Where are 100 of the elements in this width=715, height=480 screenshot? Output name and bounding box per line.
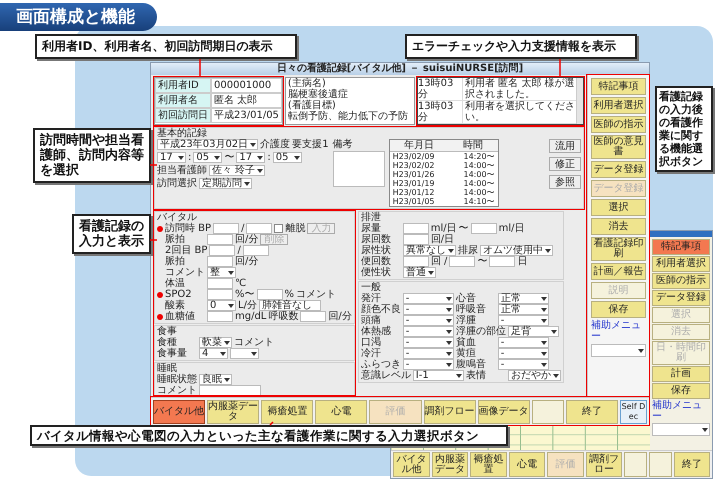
dropdown[interactable]: - — [498, 348, 549, 359]
side-button[interactable]: 計画／報告 — [591, 263, 646, 280]
input-field[interactable] — [207, 256, 233, 267]
dropdown[interactable]: - — [402, 348, 454, 359]
text-field[interactable]: 肺雑音なし — [258, 300, 321, 311]
table-cell[interactable]: H23/01/12 — [392, 188, 435, 197]
tab-button[interactable]: 内服薬データ — [432, 452, 468, 477]
input-field[interactable] — [449, 256, 476, 267]
input-field[interactable] — [402, 234, 429, 245]
input-field[interactable] — [209, 245, 236, 256]
input-field[interactable] — [246, 223, 272, 234]
input-field[interactable] — [402, 223, 429, 234]
side-button[interactable]: 消去 — [591, 218, 646, 235]
dropdown[interactable]: おだやか — [508, 370, 561, 381]
table-cell[interactable]: 14:20〜 — [464, 152, 495, 161]
dropdown[interactable]: 佐々 玲子 — [209, 165, 266, 176]
blank-button[interactable] — [648, 452, 672, 477]
input-field[interactable] — [207, 289, 233, 300]
side-button[interactable]: 特記事項 — [652, 239, 710, 255]
tab-button[interactable]: 画像データ — [478, 400, 530, 424]
tab-button[interactable]: 終了 — [566, 400, 618, 424]
side-button[interactable]: 医師の指示 — [591, 116, 646, 133]
table-cell[interactable]: 14:00〜 — [464, 179, 495, 188]
action-button[interactable]: 参照 — [549, 175, 581, 189]
input-field[interactable] — [207, 234, 233, 245]
blank-button[interactable] — [532, 400, 564, 424]
dropdown[interactable]: 良眠 — [199, 374, 232, 385]
tab-button[interactable]: 内服薬データ — [207, 400, 260, 424]
tab-button[interactable]: 褥瘡処置 — [261, 400, 314, 424]
dropdown[interactable]: 異常なし — [402, 245, 456, 256]
dropdown[interactable]: 足背 — [508, 326, 559, 337]
tab-button[interactable]: 心電 — [315, 400, 368, 424]
tab-button[interactable]: 褥瘡処置 — [470, 452, 507, 477]
blank-button[interactable] — [624, 452, 647, 477]
dropdown[interactable]: 17 — [236, 152, 266, 163]
tab-button[interactable]: バイタル他 — [393, 452, 430, 477]
dropdown[interactable]: 整 — [207, 267, 236, 278]
tab-button[interactable]: バイタル他 — [153, 400, 206, 424]
dropdown[interactable]: - — [498, 359, 549, 370]
side-button[interactable]: 特記事項 — [591, 78, 646, 95]
dropdown[interactable]: 軟菜 — [199, 337, 232, 348]
dropdown[interactable]: 正常 — [498, 304, 549, 315]
dropdown[interactable]: - — [402, 359, 454, 370]
dropdown[interactable]: 4 — [199, 348, 228, 359]
input-field[interactable] — [242, 245, 269, 256]
dropdown[interactable]: 05 — [272, 152, 302, 163]
action-button[interactable]: 修正 — [549, 157, 581, 171]
dropdown[interactable]: 05 — [193, 152, 222, 163]
side-button[interactable]: 保存 — [652, 383, 710, 399]
dropdown[interactable]: - — [402, 337, 454, 348]
date-picker[interactable]: 平成23年03月02日 — [157, 139, 258, 150]
side-button[interactable]: 医師の意見書 — [591, 135, 646, 159]
dropdown[interactable]: - — [402, 304, 454, 315]
scrollbar[interactable] — [576, 78, 583, 124]
side-button[interactable]: 選択 — [591, 199, 646, 216]
table-cell[interactable]: H23/01/05 — [392, 197, 435, 206]
table-cell[interactable]: H23/02/09 — [392, 152, 435, 161]
table-cell[interactable]: H23/01/26 — [392, 170, 435, 179]
dropdown[interactable]: オムツ使用中 — [480, 245, 553, 256]
dropdown[interactable]: - — [498, 337, 549, 348]
tab-button[interactable]: 調剤フロー — [586, 452, 622, 477]
input-field[interactable] — [489, 256, 516, 267]
table-cell[interactable]: 14:00〜 — [464, 161, 495, 170]
side-button[interactable]: 医師の指示 — [652, 273, 710, 289]
dropdown[interactable]: 正常 — [498, 293, 549, 304]
dropdown[interactable]: - — [402, 315, 454, 326]
table-cell[interactable]: H23/01/19 — [392, 179, 435, 188]
table-cell[interactable]: 14:00〜 — [464, 170, 495, 179]
dropdown[interactable]: - — [402, 293, 454, 304]
tab-button[interactable]: 終了 — [674, 452, 710, 477]
text-field[interactable] — [199, 385, 261, 396]
action-button[interactable]: 流用 — [549, 139, 581, 153]
input-field[interactable] — [207, 278, 233, 289]
dropdown[interactable]: 17 — [157, 152, 186, 163]
side-button[interactable]: 計画 — [652, 366, 710, 382]
side-button[interactable]: 利用者選択 — [591, 97, 646, 114]
input-field[interactable] — [207, 311, 233, 322]
table-cell[interactable]: 14:10〜 — [464, 197, 495, 206]
checkbox[interactable] — [274, 224, 284, 233]
side-button[interactable]: 保存 — [591, 301, 646, 318]
dropdown[interactable]: I-1 — [412, 370, 464, 381]
dropdown[interactable]: - — [402, 326, 454, 337]
tab-button[interactable]: 調剤フロー — [424, 400, 476, 424]
side-button[interactable]: 看護記録印刷 — [591, 237, 646, 261]
tab-button[interactable]: 心電 — [508, 452, 546, 477]
dropdown[interactable] — [230, 348, 259, 359]
input-field[interactable] — [256, 289, 283, 300]
input-field[interactable] — [300, 311, 326, 322]
table-cell[interactable]: 14:00〜 — [464, 188, 495, 197]
dropdown[interactable]: - — [498, 315, 549, 326]
side-button[interactable]: データ登録 — [591, 161, 646, 178]
input-field[interactable] — [402, 256, 429, 267]
input-field[interactable] — [213, 223, 240, 234]
remarks-field[interactable] — [332, 151, 385, 187]
side-button[interactable]: データ登録 — [652, 290, 710, 306]
dropdown[interactable]: 定期訪問 — [199, 178, 252, 189]
help-button[interactable]: Self Dec — [620, 400, 647, 424]
input-field[interactable] — [470, 223, 497, 234]
dropdown[interactable]: 0 — [207, 300, 236, 311]
table-cell[interactable]: H23/02/02 — [392, 161, 435, 170]
